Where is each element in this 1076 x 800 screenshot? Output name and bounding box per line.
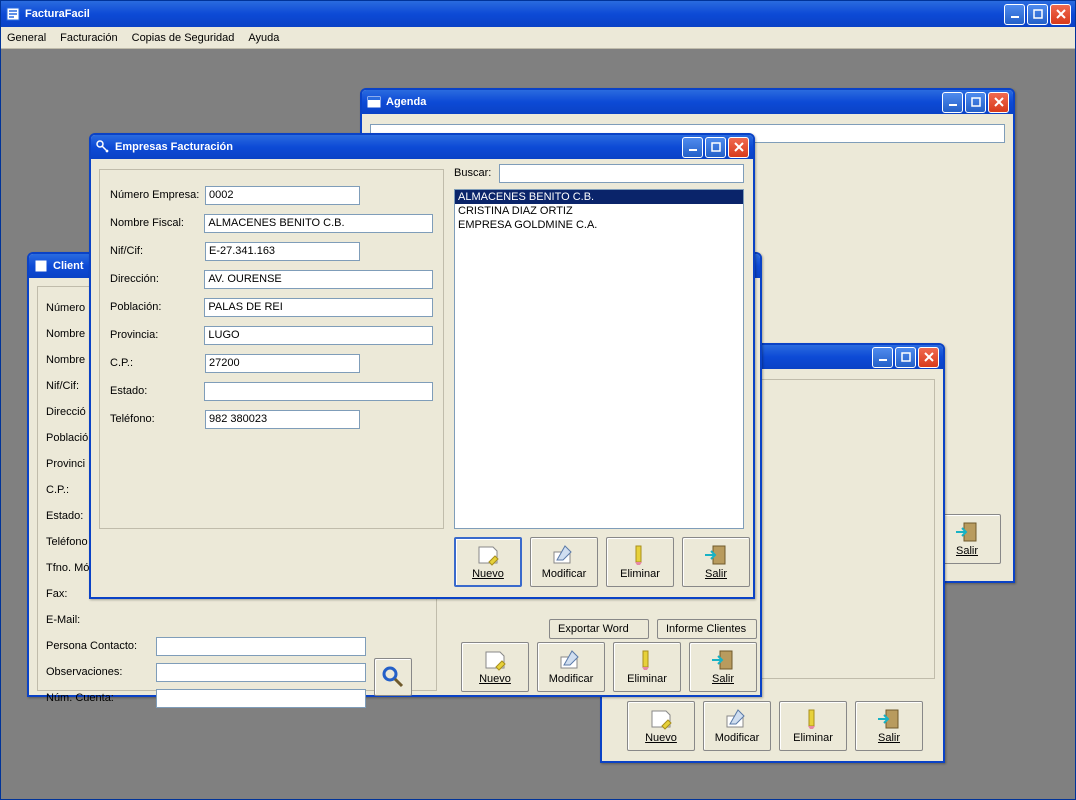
clientes-persona-label: Persona Contacto: bbox=[46, 640, 156, 652]
empresas-body: Número Empresa: Nombre Fiscal: Nif/Cif: … bbox=[91, 159, 753, 597]
untitled-nuevo-button[interactable]: Nuevo bbox=[627, 701, 695, 751]
edit-icon bbox=[558, 649, 584, 671]
clientes-observ-label: Observaciones: bbox=[46, 666, 156, 678]
clientes-numcuenta-label: Núm. Cuenta: bbox=[46, 692, 156, 704]
edit-icon bbox=[724, 708, 750, 730]
telefono-label: Teléfono: bbox=[110, 413, 205, 425]
app-window-buttons bbox=[1004, 4, 1071, 25]
telefono-input[interactable] bbox=[205, 410, 360, 429]
menubar: General Facturación Copias de Seguridad … bbox=[1, 27, 1075, 49]
empresas-window-buttons bbox=[682, 137, 749, 158]
exit-icon bbox=[703, 544, 729, 566]
cp-input[interactable] bbox=[205, 354, 360, 373]
menu-facturacion[interactable]: Facturación bbox=[60, 32, 117, 44]
clientes-nuevo-button[interactable]: Nuevo bbox=[461, 642, 529, 692]
untitled-eliminar-button[interactable]: Eliminar bbox=[779, 701, 847, 751]
clientes-persona-input[interactable] bbox=[156, 637, 366, 656]
empresas-titlebar[interactable]: Empresas Facturación bbox=[91, 135, 753, 159]
agenda-icon bbox=[366, 94, 382, 110]
clientes-numcuenta-input[interactable] bbox=[156, 689, 366, 708]
clientes-modificar-button[interactable]: Modificar bbox=[537, 642, 605, 692]
list-item[interactable]: CRISTINA DIAZ ORTIZ bbox=[455, 204, 743, 218]
empresas-modificar-button[interactable]: Modificar bbox=[530, 537, 598, 587]
app-icon bbox=[5, 6, 21, 22]
empresas-button-row: Nuevo Modificar Eliminar Salir bbox=[454, 537, 750, 587]
menu-ayuda[interactable]: Ayuda bbox=[248, 32, 279, 44]
clientes-email-label: E-Mail: bbox=[46, 614, 141, 626]
edit-icon bbox=[551, 544, 577, 566]
agenda-titlebar[interactable]: Agenda bbox=[362, 90, 1013, 114]
new-icon bbox=[648, 708, 674, 730]
agenda-salir-label: Salir bbox=[956, 545, 978, 557]
list-item[interactable]: ALMACENES BENITO C.B. bbox=[455, 190, 743, 204]
untitled-window-buttons bbox=[872, 347, 939, 368]
app-titlebar: FacturaFacil bbox=[1, 1, 1075, 27]
buscar-input[interactable] bbox=[499, 164, 744, 183]
empresas-eliminar-button[interactable]: Eliminar bbox=[606, 537, 674, 587]
agenda-maximize-button[interactable] bbox=[965, 92, 986, 113]
empresas-title: Empresas Facturación bbox=[115, 141, 682, 153]
poblacion-input[interactable] bbox=[204, 298, 433, 317]
poblacion-label: Población: bbox=[110, 301, 204, 313]
clientes-button-row: Nuevo Modificar Eliminar Salir bbox=[461, 642, 757, 692]
direccion-label: Dirección: bbox=[110, 273, 204, 285]
nombre-label: Nombre Fiscal: bbox=[110, 217, 204, 229]
untitled-modificar-button[interactable]: Modificar bbox=[703, 701, 771, 751]
list-item[interactable]: EMPRESA GOLDMINE C.A. bbox=[455, 218, 743, 232]
untitled-close-button[interactable] bbox=[918, 347, 939, 368]
clientes-eliminar-button[interactable]: Eliminar bbox=[613, 642, 681, 692]
empresas-nuevo-button[interactable]: Nuevo bbox=[454, 537, 522, 587]
key-icon bbox=[95, 139, 111, 155]
delete-icon bbox=[627, 544, 653, 566]
menu-copias[interactable]: Copias de Seguridad bbox=[132, 32, 235, 44]
untitled-maximize-button[interactable] bbox=[895, 347, 916, 368]
nombre-input[interactable] bbox=[204, 214, 433, 233]
empresas-minimize-button[interactable] bbox=[682, 137, 703, 158]
empresas-maximize-button[interactable] bbox=[705, 137, 726, 158]
agenda-title: Agenda bbox=[386, 96, 942, 108]
app-window: FacturaFacil General Facturación Copias … bbox=[0, 0, 1076, 800]
nifcif-label: Nif/Cif: bbox=[110, 245, 205, 257]
clientes-observ-input[interactable] bbox=[156, 663, 366, 682]
delete-icon bbox=[634, 649, 660, 671]
empresas-window[interactable]: Empresas Facturación Número Empresa: Nom… bbox=[89, 133, 755, 599]
direccion-input[interactable] bbox=[204, 270, 433, 289]
clientes-search-button[interactable] bbox=[374, 658, 412, 696]
untitled-salir-button[interactable]: Salir bbox=[855, 701, 923, 751]
app-close-button[interactable] bbox=[1050, 4, 1071, 25]
new-icon bbox=[482, 649, 508, 671]
new-icon bbox=[475, 544, 501, 566]
clientes-salir-button[interactable]: Salir bbox=[689, 642, 757, 692]
mdi-area: Agenda Salir bbox=[3, 49, 1073, 797]
magnifier-icon bbox=[381, 665, 405, 689]
agenda-close-button[interactable] bbox=[988, 92, 1009, 113]
agenda-window-buttons bbox=[942, 92, 1009, 113]
buscar-label: Buscar: bbox=[454, 167, 491, 179]
delete-icon bbox=[800, 708, 826, 730]
agenda-minimize-button[interactable] bbox=[942, 92, 963, 113]
numero-label: Número Empresa: bbox=[110, 189, 205, 201]
empresas-listbox[interactable]: ALMACENES BENITO C.B. CRISTINA DIAZ ORTI… bbox=[454, 189, 744, 529]
exit-icon bbox=[710, 649, 736, 671]
empresas-close-button[interactable] bbox=[728, 137, 749, 158]
clientes-informe-button[interactable]: Informe Clientes bbox=[657, 619, 757, 639]
exit-icon bbox=[954, 521, 980, 543]
cp-label: C.P.: bbox=[110, 357, 205, 369]
untitled-minimize-button[interactable] bbox=[872, 347, 893, 368]
provincia-label: Provincia: bbox=[110, 329, 204, 341]
nifcif-input[interactable] bbox=[205, 242, 360, 261]
empresas-salir-button[interactable]: Salir bbox=[682, 537, 750, 587]
app-minimize-button[interactable] bbox=[1004, 4, 1025, 25]
menu-general[interactable]: General bbox=[7, 32, 46, 44]
book-icon bbox=[33, 258, 49, 274]
untitled-button-row: Nuevo Modificar Eliminar Salir bbox=[627, 701, 923, 751]
numero-input[interactable] bbox=[205, 186, 360, 205]
provincia-input[interactable] bbox=[204, 326, 433, 345]
estado-input[interactable] bbox=[204, 382, 433, 401]
app-maximize-button[interactable] bbox=[1027, 4, 1048, 25]
clientes-exportar-button[interactable]: Exportar Word bbox=[549, 619, 649, 639]
exit-icon bbox=[876, 708, 902, 730]
estado-label: Estado: bbox=[110, 385, 204, 397]
app-title: FacturaFacil bbox=[25, 8, 1004, 20]
